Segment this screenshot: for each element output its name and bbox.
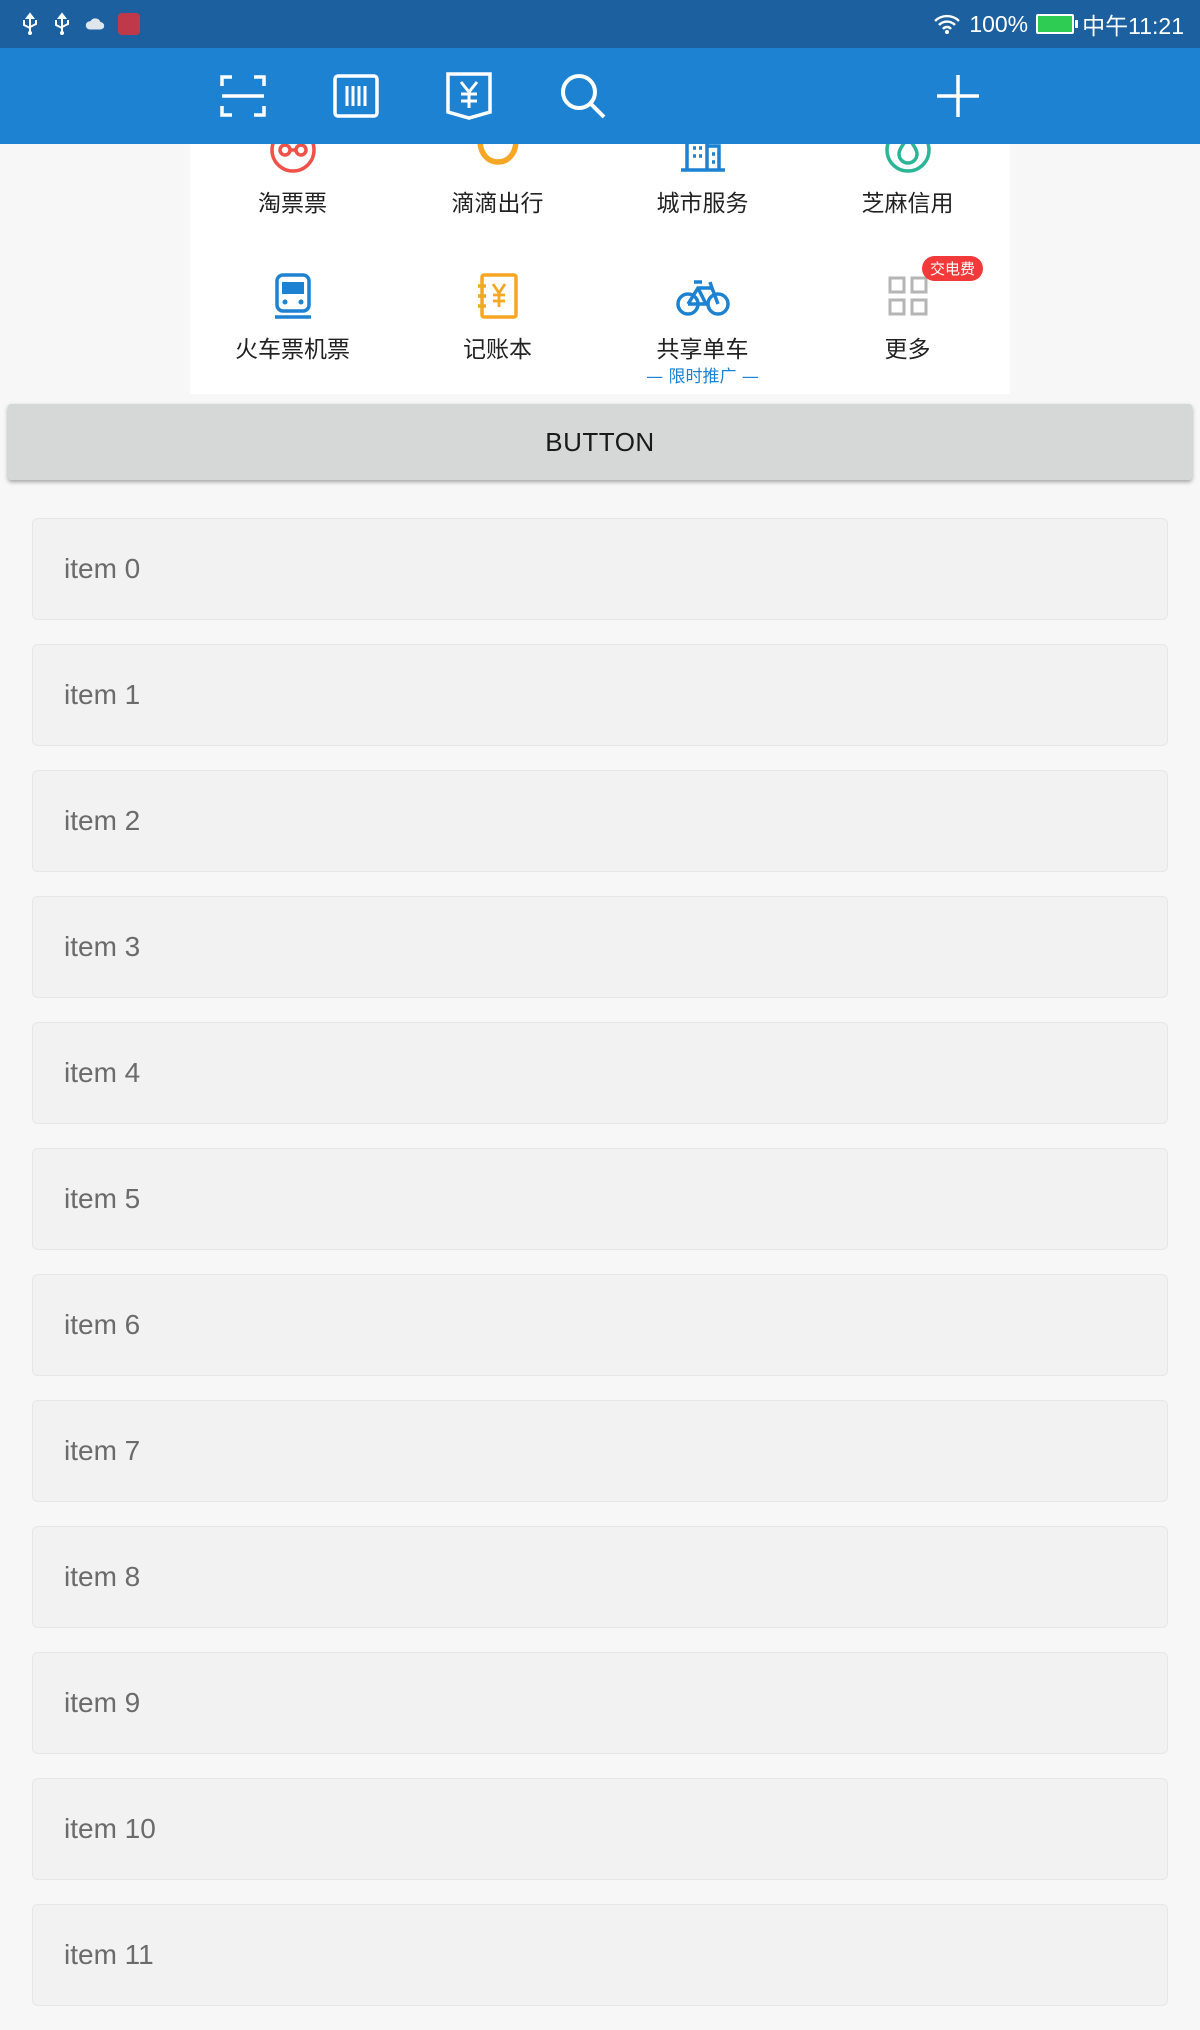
app-label: 记账本 xyxy=(463,337,532,363)
promo-label: — 限时推广 — xyxy=(646,367,759,387)
list-item[interactable]: item 6 xyxy=(32,1274,1168,1376)
wifi-icon xyxy=(934,14,961,34)
plus-icon xyxy=(937,75,979,117)
list-item[interactable]: item 7 xyxy=(32,1400,1168,1502)
search-button[interactable] xyxy=(557,70,609,122)
list-item[interactable]: item 4 xyxy=(32,1022,1168,1124)
notification-icons xyxy=(20,10,140,38)
app-label: 城市服务 xyxy=(656,191,749,217)
didi-icon xyxy=(477,144,518,165)
clock: 中午11:21 xyxy=(1082,13,1184,39)
app-train-flight[interactable]: 火车票机票 xyxy=(190,272,395,364)
payment-yuan-icon xyxy=(446,72,492,120)
promo-text: 限时推广 xyxy=(668,367,737,387)
list-item[interactable]: item 8 xyxy=(32,1526,1168,1628)
app-didi[interactable]: 滴滴出行 xyxy=(395,144,600,218)
cloud-icon xyxy=(85,18,105,30)
glasses-face-icon xyxy=(269,144,316,173)
list-item[interactable]: item 10 xyxy=(32,1778,1168,1880)
battery-percent: 100% xyxy=(969,10,1029,37)
main-button[interactable]: BUTTON xyxy=(8,404,1192,480)
app-ledger[interactable]: 记账本 xyxy=(395,272,600,364)
app-label: 火车票机票 xyxy=(235,337,350,363)
app-label: 芝麻信用 xyxy=(861,191,954,217)
app-shared-bike[interactable]: 共享单车 — 限时推广 — xyxy=(600,272,805,387)
list-item[interactable]: item 5 xyxy=(32,1148,1168,1250)
app-grid: 淘票票 滴滴出行 城市服务 芝麻信用 火车票机票 记账本 共享单车 — 限时推广… xyxy=(190,144,1010,394)
app-notification-icon xyxy=(118,13,140,35)
item-list: item 0 item 1 item 2 item 3 item 4 item … xyxy=(32,518,1168,2030)
train-icon xyxy=(274,273,311,319)
usb-icon xyxy=(23,12,37,35)
grid-more-icon xyxy=(888,276,927,316)
add-button[interactable] xyxy=(932,70,984,122)
usb-icon xyxy=(55,12,69,35)
building-icon xyxy=(680,144,725,172)
scan-icon xyxy=(220,75,266,117)
bicycle-icon xyxy=(675,280,730,316)
list-item[interactable]: item 1 xyxy=(32,644,1168,746)
app-sesame-credit[interactable]: 芝麻信用 xyxy=(805,144,1010,218)
ledger-yuan-icon xyxy=(477,273,518,319)
search-icon xyxy=(561,74,606,119)
battery-icon xyxy=(1036,14,1079,34)
list-item[interactable]: item 2 xyxy=(32,770,1168,872)
payment-button[interactable] xyxy=(443,70,495,122)
app-label: 淘票票 xyxy=(258,191,327,217)
app-label: 共享单车 xyxy=(656,337,749,363)
barcode-button[interactable] xyxy=(330,70,382,122)
top-toolbar xyxy=(190,48,1010,144)
barcode-icon xyxy=(333,74,379,118)
app-label: 更多 xyxy=(884,337,931,363)
status-bar: 100% 中午11:21 xyxy=(0,0,1200,48)
scan-button[interactable] xyxy=(217,70,269,122)
app-more[interactable]: 更多 xyxy=(805,272,1010,364)
list-item[interactable]: item 9 xyxy=(32,1652,1168,1754)
app-label: 滴滴出行 xyxy=(451,191,544,217)
badge-pay-electricity: 交电费 xyxy=(922,256,984,281)
sesame-drop-icon xyxy=(884,144,931,173)
list-item[interactable]: item 3 xyxy=(32,896,1168,998)
app-city-services[interactable]: 城市服务 xyxy=(600,144,805,218)
list-item[interactable]: item 11 xyxy=(32,1904,1168,2006)
app-taopiaopiao[interactable]: 淘票票 xyxy=(190,144,395,218)
list-item[interactable]: item 0 xyxy=(32,518,1168,620)
